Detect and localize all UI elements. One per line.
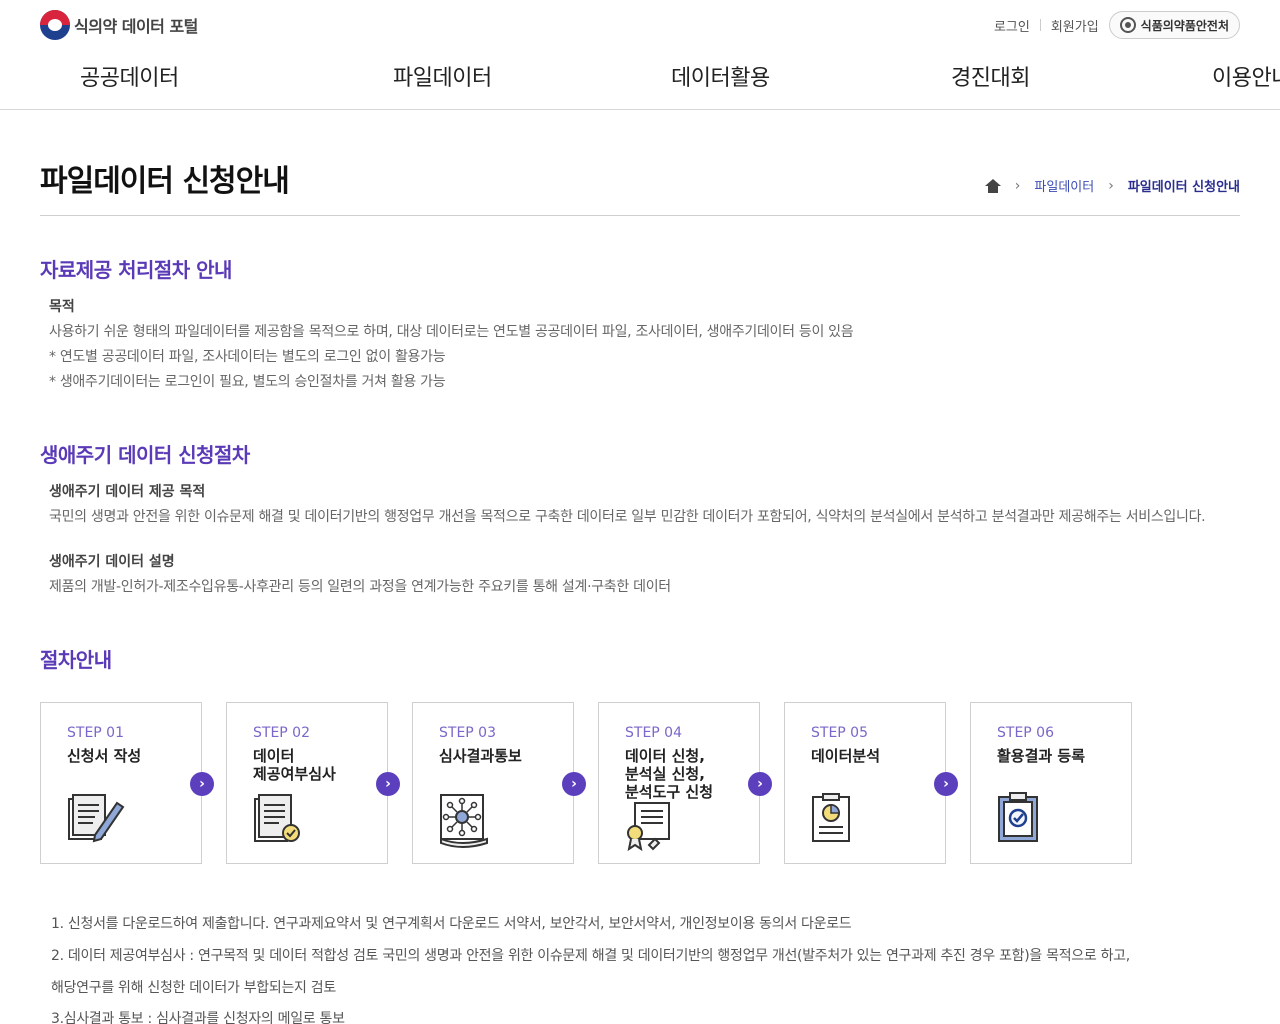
- lifecycle-purpose-heading: 생애주기 데이터 제공 목적: [49, 484, 206, 500]
- chevron-right-icon: ›: [1014, 177, 1021, 194]
- section-title-lifecycle: 생애주기 데이터 신청절차: [40, 443, 250, 467]
- procedure-note: 해당연구를 위해 신청한 데이터가 부합되는지 검토: [51, 980, 336, 996]
- main-navigation: 공공데이터 파일데이터 데이터활용 경진대회 이용안내: [0, 56, 1280, 96]
- page-title: 파일데이터 신청안내: [40, 164, 290, 199]
- next-step-arrow-icon: ›: [376, 772, 400, 796]
- clipboard-check-icon: [998, 792, 1038, 842]
- site-logo[interactable]: 식의약 데이터 포털: [40, 10, 198, 40]
- step-title: 데이터분석: [811, 747, 881, 765]
- chevron-right-icon: ›: [1108, 177, 1114, 194]
- home-icon[interactable]: [984, 178, 1001, 193]
- government-emblem-icon: [40, 10, 70, 40]
- agency-logo-icon: [1119, 17, 1136, 33]
- lifecycle-desc-heading: 생애주기 데이터 설명: [49, 554, 175, 570]
- step-title: 활용결과 등록: [997, 747, 1086, 765]
- section-title-process: 자료제공 처리절차 안내: [40, 258, 232, 282]
- agency-button[interactable]: 식품의약품안전처: [1108, 11, 1240, 39]
- nav-guide[interactable]: 이용안내: [1212, 60, 1280, 92]
- nav-contest[interactable]: 경진대회: [951, 60, 1030, 92]
- lifecycle-purpose-text: 국민의 생명과 안전을 위한 이슈문제 해결 및 데이터기반의 행정업무 개선을…: [49, 509, 1206, 525]
- section-title-procedure: 절차안내: [40, 648, 112, 672]
- step-number: STEP 06: [997, 725, 1054, 741]
- logo-text: 식의약 데이터 포털: [74, 17, 198, 36]
- purpose-note: * 연도별 공공데이터 파일, 조사데이터는 별도의 로그인 없이 활용가능: [49, 349, 446, 365]
- step-number: STEP 04: [625, 725, 682, 741]
- procedure-note: 2. 데이터 제공여부심사 : 연구목적 및 데이터 적합성 검토 국민의 생명…: [51, 948, 1130, 964]
- signup-link[interactable]: 회원가입: [1051, 16, 1099, 35]
- divider: [1039, 19, 1041, 31]
- step-title: 데이터 신청, 분석실 신청, 분석도구 신청: [625, 747, 714, 801]
- step-card: STEP 05 데이터분석: [784, 702, 946, 864]
- step-number: STEP 01: [67, 725, 124, 741]
- breadcrumb-current[interactable]: 파일데이터 신청안내: [1128, 176, 1240, 195]
- breadcrumb-file-data[interactable]: 파일데이터: [1034, 176, 1094, 195]
- agency-button-label: 식품의약품안전처: [1140, 18, 1229, 33]
- purpose-note: * 생애주기데이터는 로그인이 필요, 별도의 승인절차를 거쳐 활용 가능: [49, 374, 446, 390]
- nav-file-data[interactable]: 파일데이터: [393, 60, 492, 92]
- purpose-text: 사용하기 쉬운 형태의 파일데이터를 제공함을 목적으로 하며, 대상 데이터로…: [49, 324, 854, 340]
- next-step-arrow-icon: ›: [748, 772, 772, 796]
- step-title: 심사결과통보: [439, 747, 522, 765]
- network-notice-icon: [440, 794, 488, 848]
- nav-data-use[interactable]: 데이터활용: [671, 60, 770, 92]
- procedure-note: 3.심사결과 통보 : 심사결과를 신청자의 메일로 통보: [51, 1011, 345, 1024]
- step-card: STEP 04 데이터 신청, 분석실 신청, 분석도구 신청: [598, 702, 760, 864]
- step-title: 데이터 제공여부심사: [253, 747, 336, 783]
- utility-menu: 로그인 회원가입 식품의약품안전처: [994, 11, 1240, 39]
- document-check-icon: [254, 794, 300, 842]
- login-link[interactable]: 로그인: [994, 16, 1030, 35]
- step-number: STEP 05: [811, 725, 868, 741]
- certificate-icon: [627, 802, 670, 852]
- lifecycle-desc-text: 제품의 개발-인허가-제조수입유통-사후관리 등의 일련의 과정을 연계가능한 …: [49, 579, 671, 595]
- site-header: 식의약 데이터 포털 로그인 회원가입 식품의약품안전처 공공데이터 파일데이터…: [0, 0, 1280, 110]
- step-card: STEP 06 활용결과 등록: [970, 702, 1132, 864]
- procedure-note: 1. 신청서를 다운로드하여 제출합니다. 연구과제요약서 및 연구계획서 다운…: [51, 916, 852, 932]
- step-card: STEP 02 데이터 제공여부심사: [226, 702, 388, 864]
- report-chart-icon: [812, 793, 850, 842]
- title-divider: [40, 215, 1240, 216]
- form-writing-icon: [68, 794, 125, 843]
- step-card: STEP 03 심사결과통보: [412, 702, 574, 864]
- next-step-arrow-icon: ›: [190, 772, 214, 796]
- next-step-arrow-icon: ›: [934, 772, 958, 796]
- next-step-arrow-icon: ›: [562, 772, 586, 796]
- breadcrumb: › 파일데이터 › 파일데이터 신청안내: [984, 176, 1240, 195]
- purpose-heading: 목적: [49, 299, 75, 315]
- step-title: 신청서 작성: [67, 747, 142, 765]
- step-card: STEP 01 신청서 작성: [40, 702, 202, 864]
- step-number: STEP 03: [439, 725, 496, 741]
- nav-public-data[interactable]: 공공데이터: [80, 60, 179, 92]
- step-number: STEP 02: [253, 725, 310, 741]
